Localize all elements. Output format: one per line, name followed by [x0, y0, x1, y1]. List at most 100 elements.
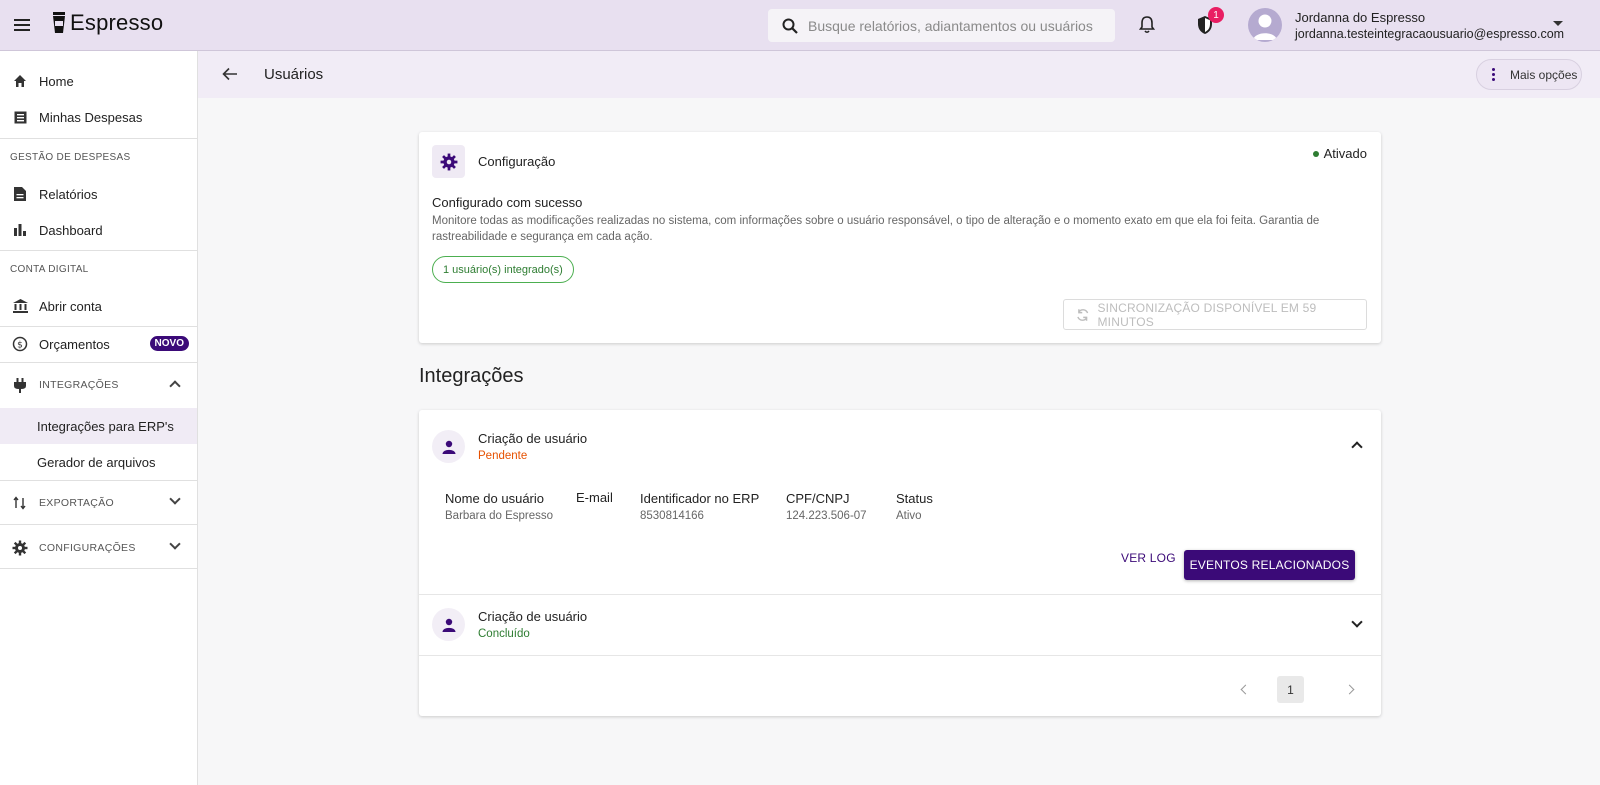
- settings-icon-box: [432, 145, 465, 178]
- sync-button-label: SINCRONIZAÇÃO DISPONÍVEL EM 59 MINUTOS: [1097, 300, 1317, 329]
- more-options-label: Mais opções: [1510, 67, 1578, 82]
- chevron-down-icon: [169, 493, 181, 505]
- notification-badge: 1: [1208, 7, 1224, 23]
- user-email: jordanna.testeintegracaousuario@espresso…: [1295, 27, 1565, 41]
- gear-icon: [12, 540, 28, 556]
- caret-down-icon[interactable]: [1553, 21, 1563, 26]
- sidebar-group-exportacao[interactable]: EXPORTAÇÃO: [0, 485, 197, 521]
- search-input[interactable]: [808, 17, 1098, 34]
- sidebar-item-label: Abrir conta: [39, 298, 102, 314]
- person-icon-box: [432, 608, 465, 641]
- receipt-icon: [12, 109, 28, 125]
- integrated-users-chip: 1 usuário(s) integrado(s): [432, 256, 574, 283]
- search-icon: [782, 18, 798, 34]
- sidebar-item-dashboard[interactable]: Dashboard: [0, 212, 197, 248]
- hamburger-menu-icon[interactable]: [14, 14, 36, 36]
- bank-icon: [12, 298, 28, 314]
- bar-chart-icon: [12, 222, 28, 238]
- new-badge: NOVO: [149, 336, 189, 351]
- chevron-up-icon: [169, 380, 181, 392]
- view-log-button[interactable]: VER LOG: [1121, 551, 1176, 565]
- status-badge: Concluído: [478, 628, 530, 640]
- more-vertical-icon: [1480, 62, 1506, 88]
- column-header: Identificador no ERP: [640, 491, 760, 506]
- divider: [419, 594, 1381, 595]
- top-bar: Espresso 1 Jordanna do Espresso jordanna…: [0, 0, 1600, 51]
- sidebar-item-home[interactable]: Home: [0, 63, 197, 99]
- integrations-heading: Integrações: [419, 365, 524, 387]
- integrations-card: Criação de usuário Pendente Nome do usuá…: [419, 410, 1381, 716]
- chevron-up-icon[interactable]: [1351, 441, 1363, 453]
- sync-button[interactable]: SINCRONIZAÇÃO DISPONÍVEL EM 59 MINUTOS: [1063, 299, 1367, 330]
- cell-status: Ativo: [896, 510, 922, 522]
- pagination-page[interactable]: 1: [1277, 676, 1304, 703]
- divider: [419, 655, 1381, 656]
- coffee-cup-icon: [53, 12, 65, 33]
- divider: [0, 138, 197, 139]
- sidebar-item-label: Orçamentos: [39, 336, 110, 352]
- section-gestao-label: GESTÃO DE DESPESAS: [10, 152, 131, 163]
- sidebar-item-integracoes-erp[interactable]: Integrações para ERP's: [0, 408, 197, 444]
- person-icon: [442, 618, 455, 632]
- user-avatar-icon: [1253, 14, 1277, 40]
- pagination-prev-icon[interactable]: [1240, 684, 1251, 695]
- search-box[interactable]: [768, 9, 1115, 42]
- swap-vertical-icon: [12, 495, 28, 511]
- sidebar-item-orcamentos[interactable]: $ Orçamentos NOVO: [0, 326, 197, 362]
- column-header: E-mail: [576, 490, 613, 505]
- svg-text:$: $: [17, 341, 23, 351]
- home-icon: [12, 73, 28, 89]
- sidebar: Home Minhas Despesas GESTÃO DE DESPESAS …: [0, 51, 198, 785]
- sidebar-item-label: Home: [39, 73, 74, 89]
- status-badge: Pendente: [478, 450, 528, 462]
- pagination-next-icon[interactable]: [1344, 684, 1355, 695]
- person-icon: [442, 440, 455, 454]
- back-arrow-icon[interactable]: [222, 67, 238, 81]
- user-name: Jordanna do Espresso: [1295, 10, 1426, 25]
- sidebar-item-minhas-despesas[interactable]: Minhas Despesas: [0, 99, 197, 135]
- divider: [0, 480, 197, 481]
- divider: [0, 250, 197, 251]
- sync-icon: [1077, 308, 1089, 321]
- status-label: Ativado: [1323, 146, 1367, 161]
- column-header: Status: [896, 491, 933, 506]
- section-conta-label: CONTA DIGITAL: [10, 264, 89, 275]
- page-title: Usuários: [264, 66, 324, 83]
- app-name: Espresso: [70, 10, 164, 35]
- cell-cpf-cnpj: 124.223.506-07: [786, 510, 867, 522]
- plug-icon: [12, 377, 28, 393]
- sidebar-item-gerador-arquivos[interactable]: Gerador de arquivos: [0, 444, 197, 480]
- divider: [0, 362, 197, 363]
- cell-erp-id: 8530814166: [640, 510, 704, 522]
- sidebar-item-label: Dashboard: [39, 222, 103, 238]
- related-events-button[interactable]: EVENTOS RELACIONADOS: [1184, 550, 1355, 580]
- avatar[interactable]: [1248, 8, 1282, 42]
- sidebar-group-configuracoes[interactable]: CONFIGURAÇÕES: [0, 530, 197, 566]
- status-dot-icon: [1312, 150, 1319, 157]
- config-description: Monitore todas as modificações realizada…: [432, 215, 1320, 243]
- chevron-down-icon: [169, 538, 181, 550]
- sidebar-item-abrir-conta[interactable]: Abrir conta: [0, 288, 197, 324]
- person-icon-box: [432, 430, 465, 463]
- column-header: Nome do usuário: [445, 491, 544, 506]
- cell-user-name: Barbara do Espresso: [445, 510, 554, 522]
- bell-icon[interactable]: [1136, 14, 1158, 36]
- divider: [0, 568, 197, 569]
- sidebar-group-label: INTEGRAÇÕES: [39, 379, 119, 391]
- sidebar-item-label: Minhas Despesas: [39, 109, 143, 125]
- sidebar-group-integracoes[interactable]: INTEGRAÇÕES: [0, 367, 197, 403]
- document-icon: [12, 186, 28, 202]
- integration-title: Criação de usuário: [478, 431, 588, 446]
- chevron-down-icon[interactable]: [1351, 616, 1363, 628]
- gear-icon: [440, 153, 457, 170]
- more-options-button[interactable]: Mais opções: [1476, 59, 1582, 90]
- sidebar-item-relatorios[interactable]: Relatórios: [0, 176, 197, 212]
- page-header: Usuários Mais opções: [198, 51, 1600, 98]
- status-indicator: Ativado: [1312, 146, 1367, 161]
- app-logo[interactable]: Espresso: [52, 10, 163, 36]
- sidebar-group-label: CONFIGURAÇÕES: [39, 542, 136, 554]
- sidebar-item-label: Integrações para ERP's: [37, 418, 174, 434]
- budget-cycle-icon: $: [12, 336, 28, 352]
- sidebar-item-label: Gerador de arquivos: [37, 454, 156, 470]
- sidebar-group-label: EXPORTAÇÃO: [39, 497, 114, 509]
